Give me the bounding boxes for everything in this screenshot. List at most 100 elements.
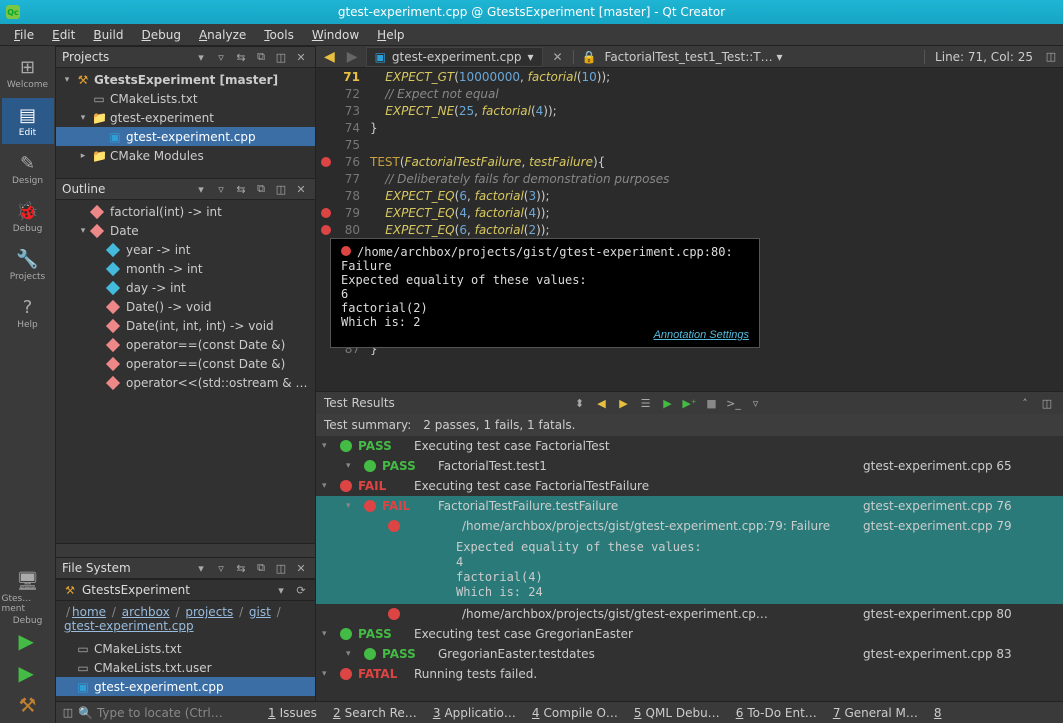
outline-item[interactable]: Date(int, int, int) -> void (56, 316, 315, 335)
test-row[interactable]: ▾FATALRunning tests failed. (316, 664, 1063, 684)
fs-item[interactable]: ▭CMakeLists.txt (56, 639, 315, 658)
tree-item[interactable]: ▭CMakeLists.txt (56, 89, 315, 108)
split-icon[interactable]: ◫ (273, 560, 289, 576)
kit-selector[interactable]: 🖥Gtes…mentDebug (2, 575, 54, 621)
sync-icon[interactable]: ⇆ (233, 560, 249, 576)
test-row[interactable]: ▾FAILFactorialTestFailure.testFailuregte… (316, 496, 1063, 516)
statusbar-pane[interactable]: 6 To-Do Ent… (728, 706, 825, 720)
test-row[interactable]: ▾PASSGregorianEaster.testdatesgtest-expe… (316, 644, 1063, 664)
code-editor[interactable]: 71 EXPECT_GT(10000000, factorial(10));72… (316, 68, 1063, 391)
breadcrumb-link[interactable]: gtest-experiment.cpp (64, 619, 194, 633)
nav-forward-icon[interactable]: ▶ (343, 49, 362, 65)
test-row[interactable]: ▾PASSFactorialTest.test1gtest-experiment… (316, 456, 1063, 476)
projects-tree[interactable]: ▾⚒GtestsExperiment [master]▭CMakeLists.t… (56, 68, 315, 178)
output-icon[interactable]: >_ (726, 395, 742, 411)
close-file-icon[interactable]: ✕ (547, 50, 569, 64)
next-icon[interactable]: ▶ (616, 395, 632, 411)
statusbar-pane[interactable]: 2 Search Re… (325, 706, 425, 720)
menu-help[interactable]: Help (369, 26, 412, 44)
outline-item[interactable]: factorial(int) -> int (56, 202, 315, 221)
test-tree[interactable]: ▾PASSExecuting test case FactorialTest▾P… (316, 436, 1063, 701)
split-icon[interactable]: ◫ (273, 49, 289, 65)
outline-item[interactable]: month -> int (56, 259, 315, 278)
breadcrumb[interactable]: /home / archbox / projects / gist / gtes… (56, 601, 315, 637)
sync-icon[interactable]: ⇆ (233, 181, 249, 197)
filter-icon[interactable]: ▿ (213, 49, 229, 65)
outline-item[interactable]: operator==(const Date &) (56, 335, 315, 354)
split-icon[interactable]: ◫ (1043, 49, 1059, 65)
link-icon[interactable]: ⧉ (253, 560, 269, 576)
close-icon[interactable]: ✕ (293, 49, 309, 65)
statusbar-pane[interactable]: 3 Applicatio… (425, 706, 524, 720)
locator-input[interactable]: 🔍 Type to locate (Ctrl… (78, 706, 258, 720)
mode-help[interactable]: ?Help (2, 290, 54, 336)
statusbar-pane[interactable]: 5 QML Debu… (626, 706, 728, 720)
filesystem-tree[interactable]: ▭CMakeLists.txt▭CMakeLists.txt.user▣gtes… (56, 637, 315, 701)
collapse-icon[interactable]: ˄ (1017, 395, 1033, 411)
tree-item[interactable]: ▾📁gtest-experiment (56, 108, 315, 127)
scrollbar-horizontal[interactable] (56, 543, 315, 557)
panel-dropdown-icon[interactable]: ▾ (273, 582, 289, 598)
mode-projects[interactable]: 🔧Projects (2, 242, 54, 288)
test-row[interactable]: ▾FAILExecuting test case FactorialTestFa… (316, 476, 1063, 496)
tree-item[interactable]: ▣gtest-experiment.cpp (56, 127, 315, 146)
stop-icon[interactable]: ■ (704, 395, 720, 411)
test-row[interactable]: ▾PASSExecuting test case FactorialTest (316, 436, 1063, 456)
list-icon[interactable]: ☰ (638, 395, 654, 411)
breadcrumb-link[interactable]: home (72, 605, 106, 619)
close-icon[interactable]: ✕ (293, 560, 309, 576)
sync-icon[interactable]: ⇆ (233, 49, 249, 65)
link-icon[interactable]: ⧉ (253, 49, 269, 65)
menu-analyze[interactable]: Analyze (191, 26, 254, 44)
file-selector[interactable]: ▣ gtest-experiment.cpp ▾ (366, 47, 543, 67)
filter-icon[interactable]: ▿ (213, 560, 229, 576)
breadcrumb-link[interactable]: archbox (122, 605, 170, 619)
tree-item[interactable]: ▸📁CMake Modules (56, 146, 315, 165)
panel-dropdown-icon[interactable]: ▾ (193, 49, 209, 65)
link-icon[interactable]: ⧉ (253, 181, 269, 197)
close-panel-icon[interactable]: ◫ (1039, 395, 1055, 411)
breadcrumb-link[interactable]: projects (185, 605, 233, 619)
prev-icon[interactable]: ◀ (594, 395, 610, 411)
panel-toggle-icon[interactable]: ◫ (60, 705, 76, 721)
statusbar-pane[interactable]: 1 Issues (260, 706, 325, 720)
split-icon[interactable]: ◫ (273, 181, 289, 197)
test-row[interactable]: /home/archbox/projects/gist/gtest-experi… (316, 604, 1063, 624)
mode-welcome[interactable]: ⊞Welcome (2, 50, 54, 96)
menu-tools[interactable]: Tools (256, 26, 302, 44)
test-row[interactable]: ▾PASSExecuting test case GregorianEaster (316, 624, 1063, 644)
line-col-indicator[interactable]: Line: 71, Col: 25 (929, 50, 1039, 64)
nav-back-icon[interactable]: ◀ (320, 49, 339, 65)
outline-tree[interactable]: factorial(int) -> int▾Dateyear -> intmon… (56, 200, 315, 543)
debug-run-icon[interactable]: ▶ (19, 661, 37, 685)
test-row[interactable]: /home/archbox/projects/gist/gtest-experi… (316, 516, 1063, 536)
sync-icon[interactable]: ⟳ (293, 582, 309, 598)
lock-icon[interactable]: 🔒 (578, 50, 601, 64)
breadcrumb-link[interactable]: gist (249, 605, 271, 619)
run-icon[interactable]: ▶ (660, 395, 676, 411)
menu-file[interactable]: File (6, 26, 42, 44)
run-debug-icon[interactable]: ▶⁺ (682, 395, 698, 411)
fs-item[interactable]: ▣gtest-experiment.cpp (56, 677, 315, 696)
mode-debug[interactable]: 🐞Debug (2, 194, 54, 240)
outline-item[interactable]: operator==(const Date &) (56, 354, 315, 373)
fs-item[interactable]: ▭CMakeLists.txt.user (56, 658, 315, 677)
menu-build[interactable]: Build (85, 26, 131, 44)
statusbar-pane[interactable]: 8 (926, 706, 950, 720)
mode-design[interactable]: ✎Design (2, 146, 54, 192)
close-icon[interactable]: ✕ (293, 181, 309, 197)
outline-item[interactable]: day -> int (56, 278, 315, 297)
statusbar-pane[interactable]: 7 General M… (825, 706, 926, 720)
mode-edit[interactable]: ▤Edit (2, 98, 54, 144)
filter-icon[interactable]: ▿ (748, 395, 764, 411)
menu-debug[interactable]: Debug (133, 26, 188, 44)
outline-item[interactable]: operator<<(std::ostream & … (56, 373, 315, 392)
outline-item[interactable]: ▾Date (56, 221, 315, 240)
panel-dropdown-icon[interactable]: ▾ (193, 181, 209, 197)
panel-dropdown-icon[interactable]: ▾ (193, 560, 209, 576)
menu-window[interactable]: Window (304, 26, 367, 44)
filter-icon[interactable]: ▿ (213, 181, 229, 197)
run-icon[interactable]: ▶ (19, 629, 37, 653)
statusbar-pane[interactable]: 4 Compile O… (524, 706, 626, 720)
menu-edit[interactable]: Edit (44, 26, 83, 44)
